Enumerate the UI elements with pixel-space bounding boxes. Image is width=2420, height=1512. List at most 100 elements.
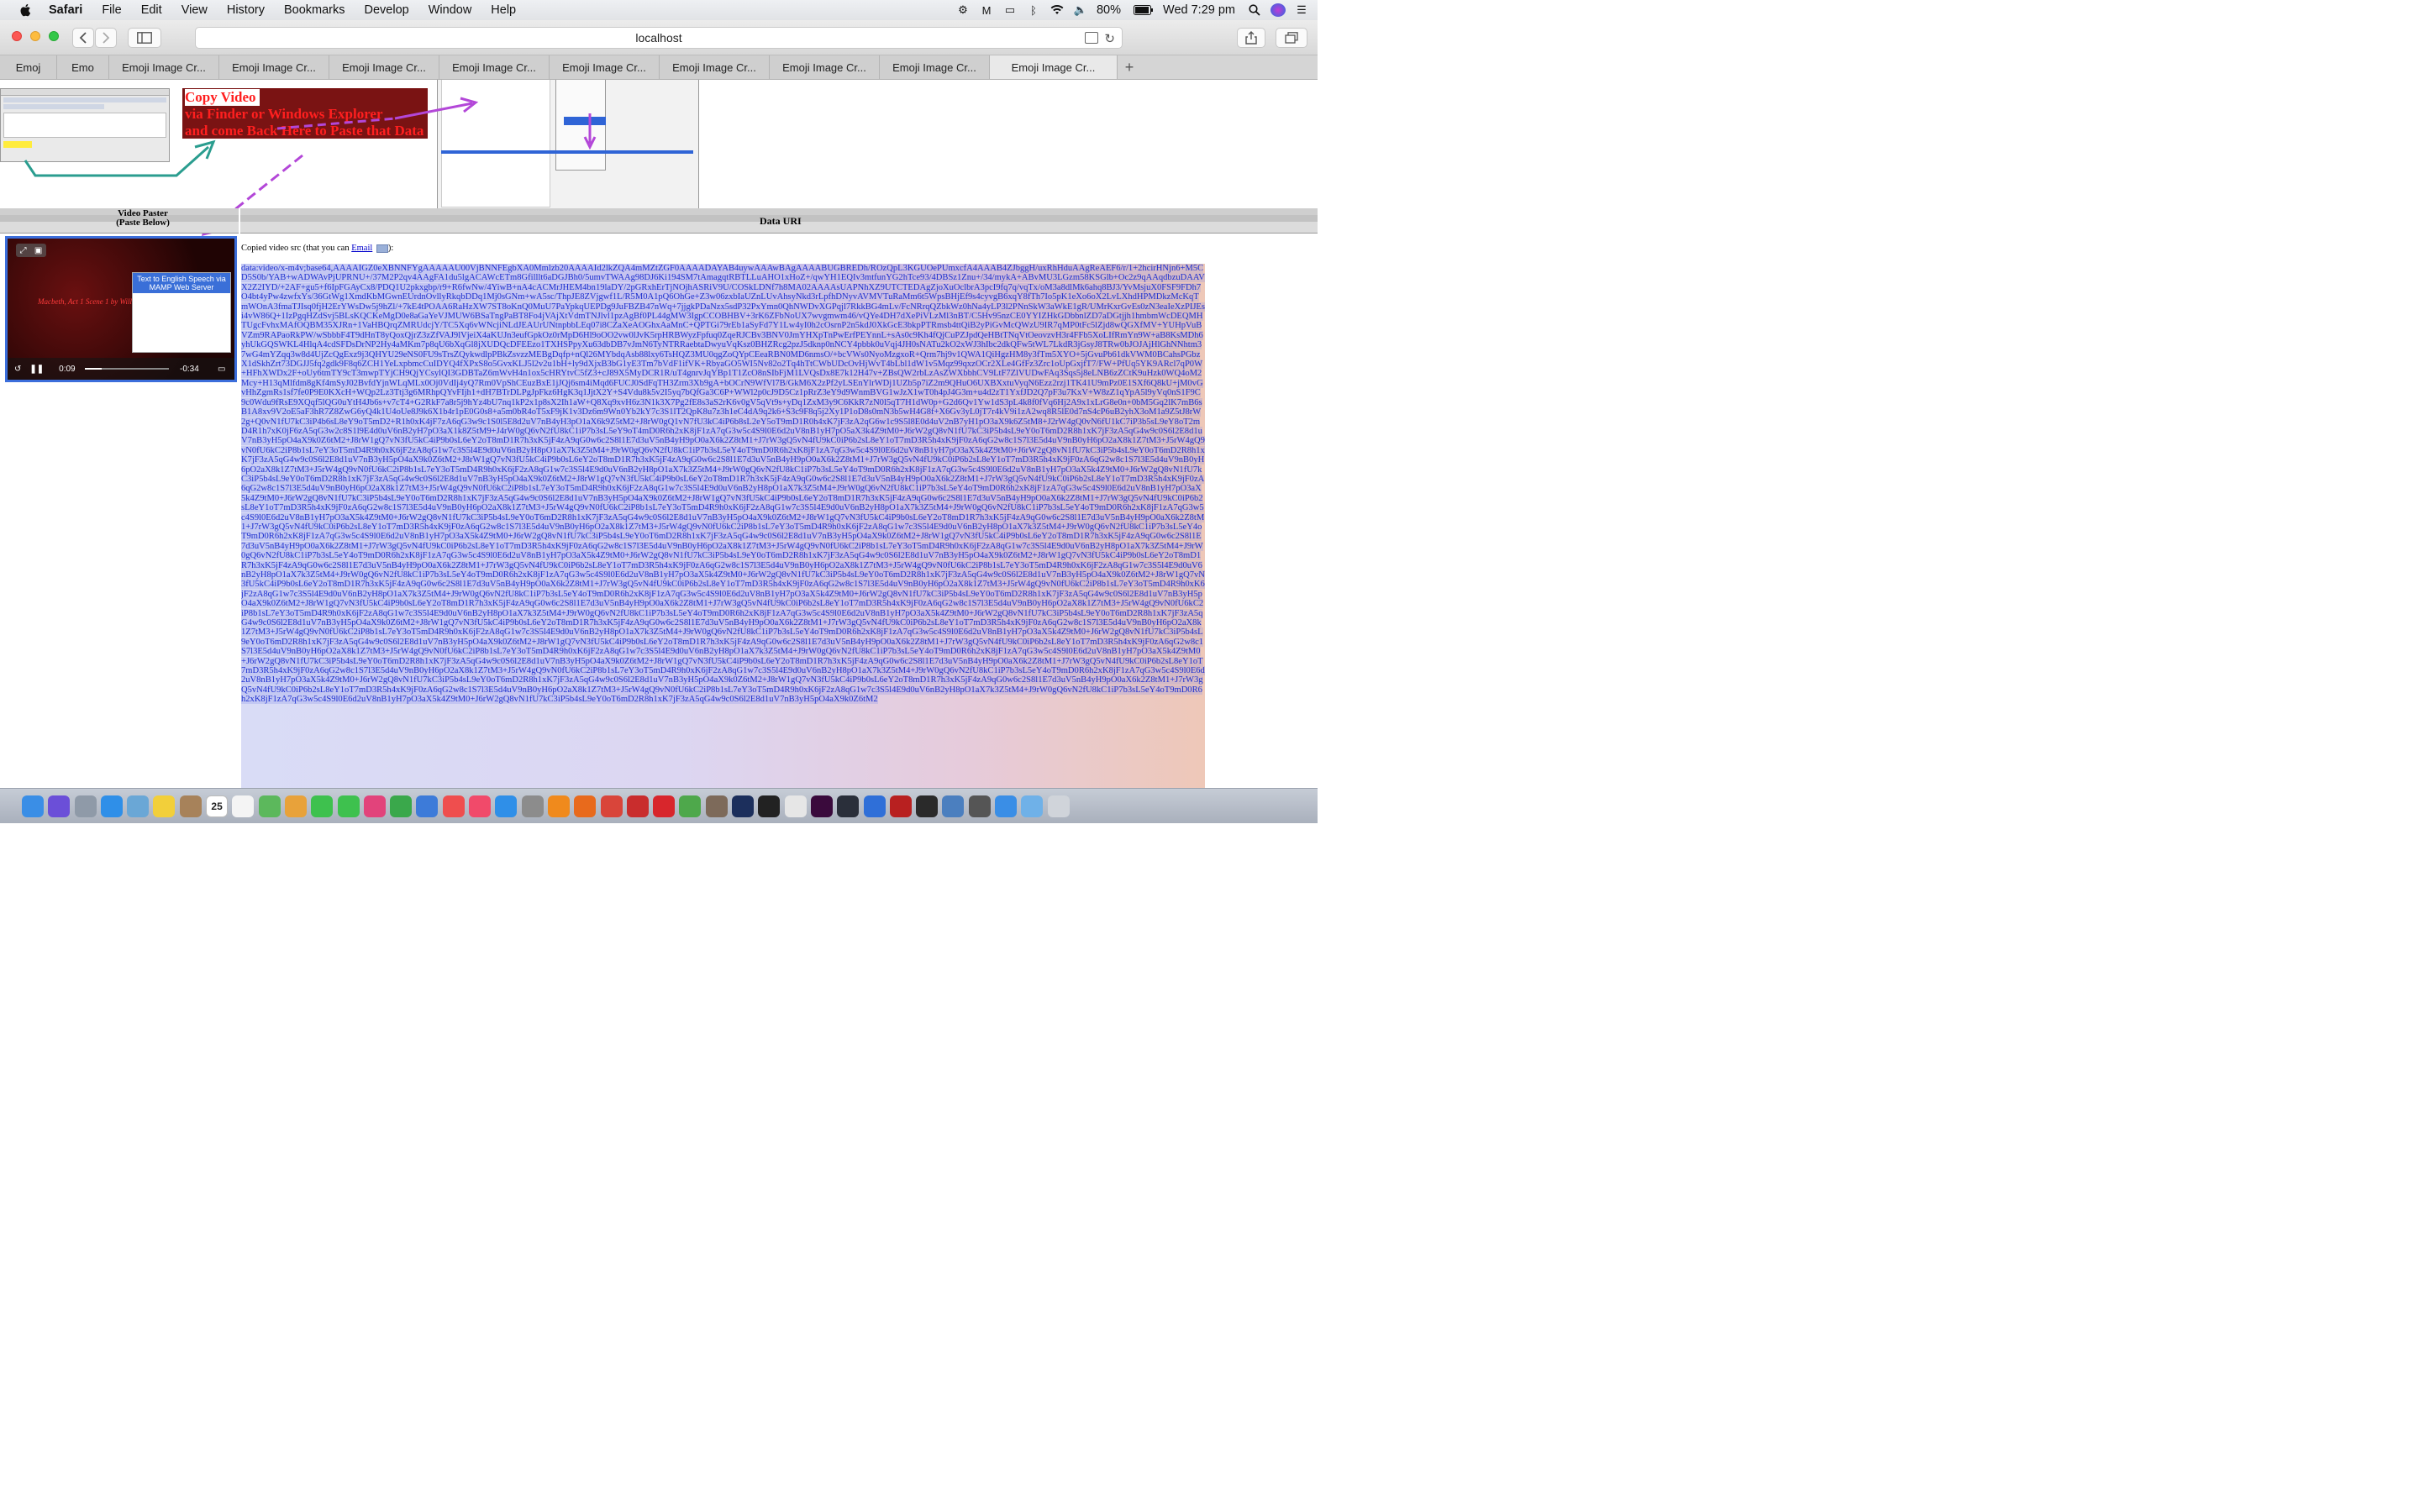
- vlc-icon[interactable]: [547, 795, 570, 817]
- email-icon[interactable]: [376, 244, 388, 253]
- tab-emoji-2[interactable]: Emo: [57, 55, 109, 79]
- battery-icon[interactable]: [1133, 3, 1155, 17]
- reminders-icon[interactable]: [232, 795, 255, 817]
- sidebar-button[interactable]: [128, 28, 161, 48]
- textedit-icon[interactable]: [784, 795, 807, 817]
- tab-emoji-active[interactable]: Emoji Image Cr...: [990, 55, 1118, 79]
- video-controls: ↺ ❚❚ 0:09 -0:34 ▭: [8, 358, 234, 380]
- menu-develop[interactable]: Develop: [365, 3, 409, 17]
- app-menu-safari[interactable]: Safari: [49, 3, 82, 17]
- reload-icon[interactable]: ↻: [1104, 31, 1115, 46]
- new-tab-button[interactable]: +: [1118, 55, 1141, 79]
- preview-icon[interactable]: [127, 795, 150, 817]
- filezilla2-icon[interactable]: [889, 795, 912, 817]
- video-scrubber[interactable]: [85, 368, 169, 370]
- dreamweaver-icon[interactable]: [837, 795, 860, 817]
- zoom-window-button[interactable]: [49, 31, 59, 41]
- menu-help[interactable]: Help: [491, 3, 516, 17]
- notification-center-icon[interactable]: ☰: [1294, 3, 1309, 17]
- appstore-icon[interactable]: [495, 795, 518, 817]
- menu-history[interactable]: History: [227, 3, 265, 17]
- downloads-icon[interactable]: [994, 795, 1017, 817]
- address-bar[interactable]: localhost ↻: [195, 27, 1123, 49]
- filezilla-icon[interactable]: [626, 795, 649, 817]
- calendar-icon[interactable]: 25: [206, 795, 229, 817]
- menu-file[interactable]: File: [102, 3, 121, 17]
- volume-icon[interactable]: 🔈: [1073, 3, 1088, 17]
- bluetooth-icon[interactable]: ᛒ: [1026, 3, 1041, 17]
- tab-overview-button[interactable]: [1276, 28, 1307, 48]
- tab-emoji-9[interactable]: Emoji Image Cr...: [770, 55, 880, 79]
- malwarebytes-icon[interactable]: M: [979, 3, 994, 17]
- safari-icon[interactable]: [100, 795, 123, 817]
- back-button[interactable]: [72, 28, 94, 48]
- share-button[interactable]: [1237, 28, 1265, 48]
- photos-icon[interactable]: [284, 795, 307, 817]
- tab-emoji-10[interactable]: Emoji Image Cr...: [880, 55, 990, 79]
- siri-icon[interactable]: [48, 795, 71, 817]
- fullscreen-icon[interactable]: ⤢: [20, 246, 27, 255]
- activity-icon[interactable]: [968, 795, 991, 817]
- rewind-icon[interactable]: ↺: [14, 365, 21, 374]
- pip-controls[interactable]: ⤢ ▣: [16, 244, 46, 257]
- wifi-icon[interactable]: [1050, 3, 1065, 17]
- gimp-icon[interactable]: [705, 795, 728, 817]
- menu-view[interactable]: View: [182, 3, 208, 17]
- menu-edit[interactable]: Edit: [141, 3, 162, 17]
- network-icon[interactable]: [942, 795, 965, 817]
- firefox-icon[interactable]: [574, 795, 597, 817]
- minimize-window-button[interactable]: [30, 31, 40, 41]
- terminal-icon[interactable]: [758, 795, 781, 817]
- tab-emoji-8[interactable]: Emoji Image Cr...: [660, 55, 770, 79]
- forward-button[interactable]: [95, 28, 117, 48]
- settings-icon[interactable]: [521, 795, 544, 817]
- contacts-icon[interactable]: [179, 795, 202, 817]
- address-text: localhost: [635, 31, 682, 45]
- apple-icon[interactable]: [18, 3, 34, 18]
- facetime-icon[interactable]: [311, 795, 334, 817]
- tab-emoji-4[interactable]: Emoji Image Cr...: [219, 55, 329, 79]
- email-link[interactable]: Email: [351, 244, 372, 253]
- music-icon[interactable]: [469, 795, 492, 817]
- picture-in-picture-icon[interactable]: ▣: [34, 246, 42, 255]
- video-player[interactable]: ⤢ ▣ Macbeth, Act 1 Scene 1 by William Sha…: [5, 236, 237, 382]
- evernote-icon[interactable]: [679, 795, 702, 817]
- notes-icon[interactable]: [153, 795, 176, 817]
- tab-emoji-5[interactable]: Emoji Image Cr...: [329, 55, 439, 79]
- numbers-icon[interactable]: [390, 795, 413, 817]
- data-uri-textarea[interactable]: data:video/x-m4v;base64,AAAAIGZ0eXBNNFYg…: [241, 264, 1205, 788]
- maps-icon[interactable]: [258, 795, 281, 817]
- tab-emoji-7[interactable]: Emoji Image Cr...: [550, 55, 660, 79]
- menu-bar: Safari File Edit View History Bookmarks …: [0, 0, 1318, 20]
- messages-icon[interactable]: [337, 795, 360, 817]
- spotlight-search-icon[interactable]: [1247, 3, 1262, 17]
- font-icon[interactable]: [916, 795, 939, 817]
- clock[interactable]: Wed 7:29 pm: [1163, 3, 1235, 17]
- pause-icon[interactable]: ❚❚: [29, 365, 44, 374]
- photoshop-icon[interactable]: [732, 795, 755, 817]
- video-paster-label: Video Paster (Paste Below): [116, 208, 170, 228]
- chrome-icon[interactable]: [600, 795, 623, 817]
- trash-icon[interactable]: [1047, 795, 1070, 817]
- launchpad-icon[interactable]: [74, 795, 97, 817]
- keynote-icon[interactable]: [416, 795, 439, 817]
- gear-icon[interactable]: ⚙: [955, 3, 971, 17]
- close-window-button[interactable]: [12, 31, 22, 41]
- xd-icon[interactable]: [810, 795, 833, 817]
- news-icon[interactable]: [442, 795, 465, 817]
- tab-emoji-3[interactable]: Emoji Image Cr...: [109, 55, 219, 79]
- reader-view-icon[interactable]: [1085, 32, 1098, 44]
- xcode-icon[interactable]: [863, 795, 886, 817]
- menu-window[interactable]: Window: [429, 3, 472, 17]
- airplay-icon[interactable]: ▭: [1002, 3, 1018, 17]
- menu-bookmarks[interactable]: Bookmarks: [284, 3, 345, 17]
- finder-icon[interactable]: [22, 795, 44, 817]
- itunes-icon[interactable]: [363, 795, 386, 817]
- opera-icon[interactable]: [653, 795, 676, 817]
- airplay-icon[interactable]: ▭: [218, 365, 225, 374]
- siri-icon[interactable]: [1270, 3, 1286, 17]
- dock: 25: [0, 788, 1318, 823]
- tab-emoji-1[interactable]: Emoj: [0, 55, 57, 79]
- folder-icon[interactable]: [1021, 795, 1044, 817]
- tab-emoji-6[interactable]: Emoji Image Cr...: [439, 55, 550, 79]
